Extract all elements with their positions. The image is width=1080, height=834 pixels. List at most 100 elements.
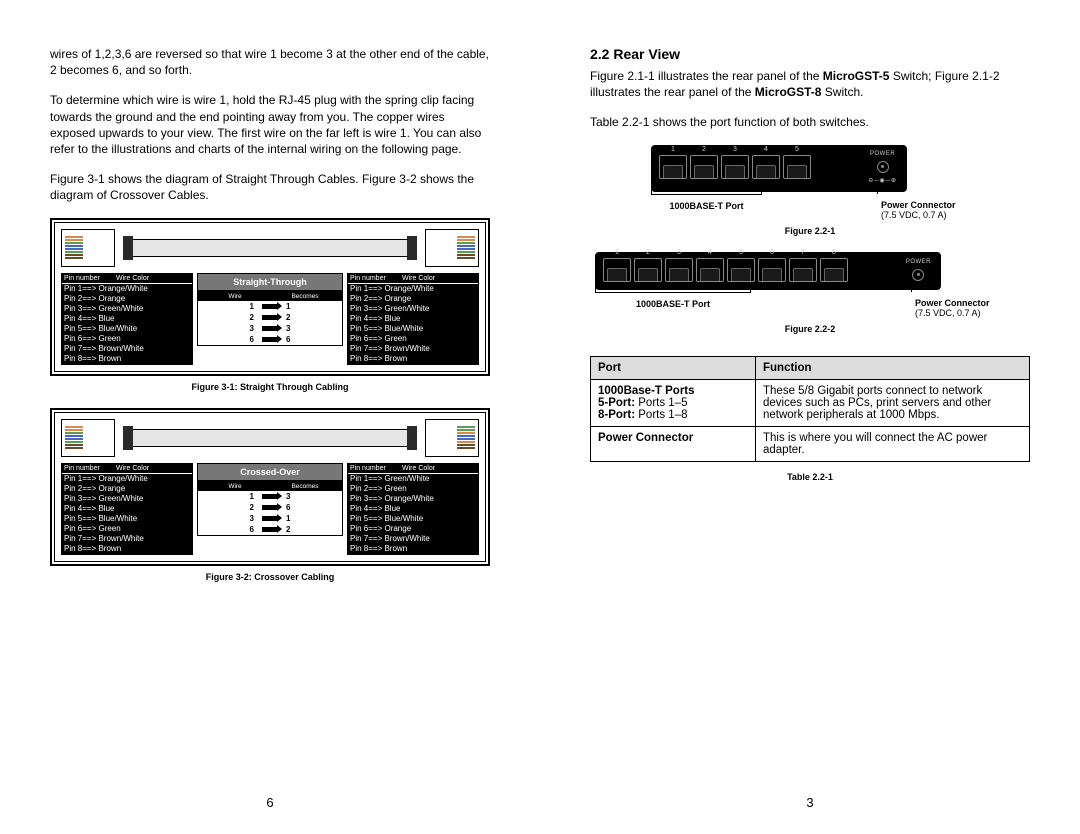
- port-num: 6: [759, 249, 785, 256]
- pin-row: Pin 8==> Brown: [62, 544, 192, 554]
- pin-hdr-a: Pin number: [350, 275, 402, 282]
- callout-ports: 1000BASE-T Port: [595, 292, 751, 309]
- map-b: 2: [286, 525, 290, 534]
- pin-row: Pin 7==> Brown/White: [62, 534, 192, 544]
- port-range: Ports 1–8: [635, 409, 687, 421]
- switch-5-figure: 1 2 3 4 5 POWER ⊖─◉─⊕ 1000BASE-T Port Po…: [631, 145, 989, 220]
- callouts: 1000BASE-T Port Power Connector (7.5 VDC…: [595, 292, 1025, 318]
- pin-row: Pin 7==> Brown/White: [348, 534, 478, 544]
- port-variant: 5-Port:: [598, 397, 635, 409]
- port-num: 1: [604, 249, 630, 256]
- pin-row: Pin 3==> Green/White: [62, 494, 192, 504]
- port-num: 3: [722, 146, 748, 153]
- td-function: These 5/8 Gigabit ports connect to netwo…: [756, 379, 1030, 426]
- pin-hdr-b: Wire Color: [402, 465, 435, 472]
- pin-hdr-b: Wire Color: [402, 275, 435, 282]
- switch-body-icon: 1 2 3 4 5 POWER ⊖─◉─⊕: [651, 145, 907, 192]
- pin-hdr-b: Wire Color: [116, 465, 149, 472]
- port-range: Ports 1–5: [635, 397, 687, 409]
- callout-power: Power Connector (7.5 VDC, 0.7 A): [907, 292, 1025, 318]
- pin-table-left: Pin numberWire Color Pin 1==> Orange/Whi…: [61, 463, 193, 555]
- pin-hdr-a: Pin number: [64, 275, 116, 282]
- left-page: wires of 1,2,3,6 are reversed so that wi…: [0, 0, 540, 834]
- port-num: 4: [697, 249, 723, 256]
- port-num: 4: [753, 146, 779, 153]
- arrow-icon: [262, 516, 278, 521]
- pin-row: Pin 6==> Orange: [348, 524, 478, 534]
- callout-power-spec: (7.5 VDC, 0.7 A): [915, 308, 1025, 318]
- figure-3-1-inner: Pin numberWire Color Pin 1==> Orange/Whi…: [54, 222, 486, 372]
- pin-row: Pin 1==> Orange/White: [348, 284, 478, 294]
- port-num: 7: [790, 249, 816, 256]
- rj45-pair: [61, 419, 479, 457]
- pin-row: Pin 1==> Orange/White: [62, 284, 192, 294]
- arrow-icon: [262, 337, 278, 342]
- right-para-1: Figure 2.1-1 illustrates the rear panel …: [590, 68, 1030, 100]
- arrow-icon: [262, 494, 278, 499]
- table-header-row: Port Function: [591, 356, 1030, 379]
- arrow-icon: [262, 527, 278, 532]
- map-b: 3: [286, 324, 290, 333]
- rj45-ports-icon: 1 2 3 4 5: [659, 155, 811, 179]
- power-section-icon: POWER ⊖─◉─⊕: [868, 151, 899, 184]
- pin-row: Pin 2==> Orange: [348, 294, 478, 304]
- map-a: 3: [250, 514, 254, 523]
- pin-row: Pin 7==> Brown/White: [348, 344, 478, 354]
- map-b: 2: [286, 313, 290, 322]
- rj45-connector-icon: [425, 419, 479, 457]
- power-label: POWER: [906, 259, 931, 265]
- port-title: 1000Base-T Ports: [598, 385, 748, 397]
- pin-table-right: Pin numberWire Color Pin 1==> Green/Whit…: [347, 463, 479, 555]
- callout-power: Power Connector (7.5 VDC, 0.7 A): [873, 194, 991, 220]
- port-num: 2: [691, 146, 717, 153]
- pin-row: Pin 5==> Blue/White: [348, 514, 478, 524]
- pin-table-right: Pin numberWire Color Pin 1==> Orange/Whi…: [347, 273, 479, 365]
- center-mapping: Crossed-Over WireBecomes 13 26 31 62: [197, 463, 343, 536]
- table-caption: Table 2.2-1: [590, 472, 1030, 482]
- figure-3-2-caption: Figure 3-2: Crossover Cabling: [50, 572, 490, 582]
- map-b: 3: [286, 492, 290, 501]
- map-hdr-b: Becomes: [270, 483, 340, 490]
- map-a: 2: [250, 503, 254, 512]
- port-num: 2: [635, 249, 661, 256]
- pin-row: Pin 8==> Brown: [348, 354, 478, 364]
- left-para-3: Figure 3-1 shows the diagram of Straight…: [50, 171, 490, 203]
- callout-ports: 1000BASE-T Port: [651, 194, 762, 211]
- switch-8-figure: 1 2 3 4 5 6 7 8 POWER 1000BASE-T Port: [595, 252, 1025, 318]
- pin-hdr-b: Wire Color: [116, 275, 149, 282]
- mapping-label: Straight-Through: [197, 273, 343, 291]
- power-jack-icon: [912, 269, 924, 281]
- pin-row: Pin 5==> Blue/White: [62, 324, 192, 334]
- arrow-icon: [262, 304, 278, 309]
- pin-row: Pin 4==> Blue: [62, 314, 192, 324]
- pin-row: Pin 7==> Brown/White: [62, 344, 192, 354]
- pin-row: Pin 4==> Blue: [348, 504, 478, 514]
- cable-icon: [123, 429, 417, 447]
- arrow-icon: [262, 315, 278, 320]
- port-num: 5: [728, 249, 754, 256]
- pin-row: Pin 5==> Blue/White: [62, 514, 192, 524]
- section-title: 2.2 Rear View: [590, 46, 1030, 62]
- left-para-2: To determine which wire is wire 1, hold …: [50, 92, 490, 157]
- pin-row: Pin 2==> Green: [348, 484, 478, 494]
- page: wires of 1,2,3,6 are reversed so that wi…: [0, 0, 1080, 834]
- pin-row: Pin 1==> Green/White: [348, 474, 478, 484]
- rj45-connector-icon: [425, 229, 479, 267]
- pin-mapping-row: Pin numberWire Color Pin 1==> Orange/Whi…: [61, 463, 479, 555]
- td-port: Power Connector: [591, 426, 756, 461]
- table-row: 1000Base-T Ports 5-Port: Ports 1–5 8-Por…: [591, 379, 1030, 426]
- port-variant: 8-Port:: [598, 409, 635, 421]
- arrow-icon: [262, 326, 278, 331]
- pin-row: Pin 6==> Green: [62, 524, 192, 534]
- td-port: 1000Base-T Ports 5-Port: Ports 1–5 8-Por…: [591, 379, 756, 426]
- polarity-icon: ⊖─◉─⊕: [868, 177, 897, 184]
- power-section-icon: POWER: [906, 259, 933, 281]
- pin-mapping-row: Pin numberWire Color Pin 1==> Orange/Whi…: [61, 273, 479, 365]
- pin-row: Pin 6==> Green: [62, 334, 192, 344]
- map-b: 6: [286, 503, 290, 512]
- pin-row: Pin 8==> Brown: [62, 354, 192, 364]
- right-para-2: Table 2.2-1 shows the port function of b…: [590, 114, 1030, 130]
- map-hdr-a: Wire: [200, 293, 270, 300]
- power-label: POWER: [870, 151, 895, 157]
- pin-row: Pin 6==> Green: [348, 334, 478, 344]
